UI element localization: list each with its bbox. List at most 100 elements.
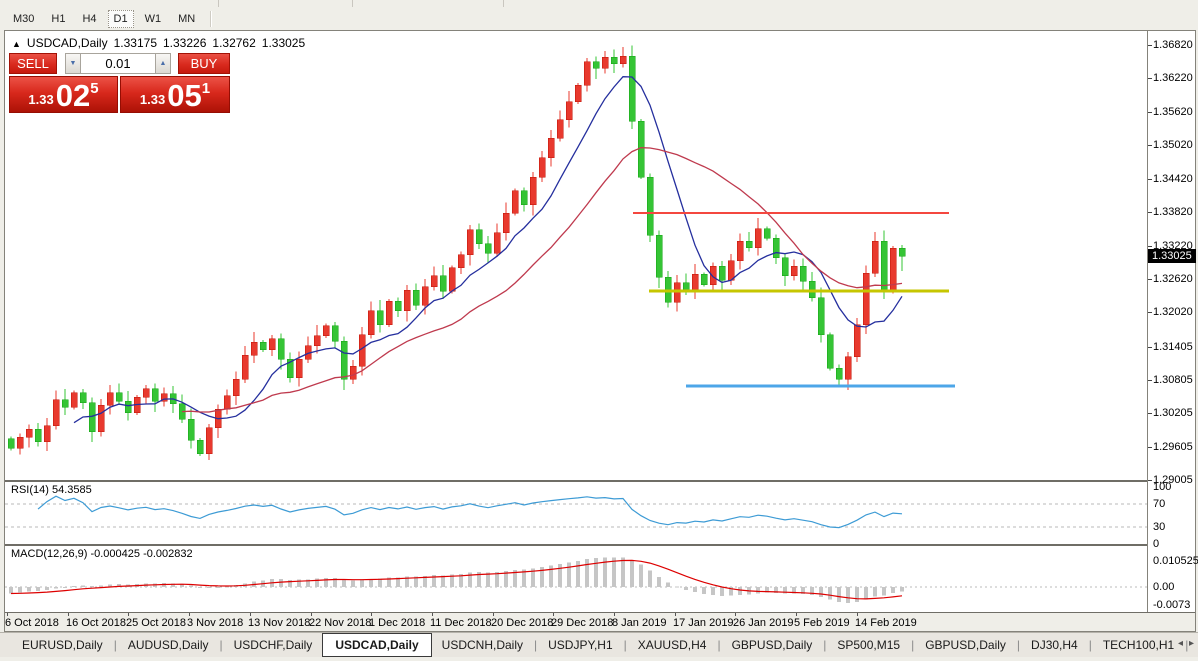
- macd-histogram-bar: [567, 562, 571, 587]
- price-axis-tick: [1148, 112, 1152, 113]
- sell-button[interactable]: SELL: [9, 53, 57, 74]
- tab-audusd-daily[interactable]: AUDUSD,Daily: [118, 633, 219, 657]
- volume-decrease-button[interactable]: ▼: [65, 53, 81, 74]
- tab-usdcad-daily[interactable]: USDCAD,Daily: [322, 633, 431, 657]
- date-axis-tick: [128, 613, 129, 616]
- macd-histogram-bar: [288, 580, 292, 587]
- timeframe-button-h4[interactable]: H4: [76, 10, 102, 28]
- candle: [242, 355, 248, 379]
- candle: [323, 326, 329, 336]
- tab-xauusd-h4[interactable]: XAUUSD,H4: [628, 633, 717, 657]
- macd-histogram-bar: [207, 587, 211, 588]
- macd-indicator-label: MACD(12,26,9) -0.000425 -0.002832: [11, 548, 193, 560]
- candle: [116, 393, 122, 402]
- sell-price-big: 02: [56, 81, 90, 110]
- tab-gbpusd-daily[interactable]: GBPUSD,Daily: [915, 633, 1016, 657]
- candle: [530, 177, 536, 205]
- candle: [476, 230, 482, 244]
- tab-usdcnh-daily[interactable]: USDCNH,Daily: [432, 633, 533, 657]
- tab-scroll-right-icon[interactable]: ▸: [1189, 638, 1194, 649]
- buy-button[interactable]: BUY: [178, 53, 230, 74]
- tab-usdjpy-h1[interactable]: USDJPY,H1: [538, 633, 622, 657]
- candle: [719, 266, 725, 280]
- macd-histogram-bar: [828, 587, 832, 600]
- candle: [296, 359, 302, 377]
- rsi-indicator-label: RSI(14) 54.3585: [11, 484, 92, 496]
- macd-histogram-bar: [864, 587, 868, 600]
- candle: [233, 379, 239, 396]
- date-axis-label: 11 Dec 2018: [430, 617, 492, 629]
- price-axis-label: 1.30205: [1153, 407, 1193, 419]
- candle: [332, 326, 338, 342]
- price-axis-tick: [1148, 45, 1152, 46]
- candle: [863, 273, 869, 324]
- toolbar-separator: [210, 11, 212, 27]
- candle: [836, 368, 842, 379]
- rsi-pane[interactable]: [5, 482, 1147, 544]
- candle: [467, 230, 473, 255]
- candle: [737, 241, 743, 260]
- macd-histogram-bar: [648, 571, 652, 587]
- tab-eurusd-daily[interactable]: EURUSD,Daily: [12, 633, 113, 657]
- candle: [548, 138, 554, 157]
- macd-axis-label: 0.010525: [1153, 555, 1198, 567]
- macd-histogram-bar: [72, 586, 76, 587]
- candle: [881, 241, 887, 291]
- timeframe-button-h1[interactable]: H1: [45, 10, 71, 28]
- candle: [368, 311, 374, 335]
- macd-histogram-bar: [99, 585, 103, 587]
- tab-scroll-left-icon[interactable]: ◂: [1178, 638, 1183, 649]
- collapse-triangle-icon[interactable]: ▲: [12, 39, 21, 49]
- candle: [602, 57, 608, 68]
- candle: [449, 268, 455, 291]
- rsi-axis-label: 100: [1153, 481, 1171, 493]
- price-axis-label: 1.32020: [1153, 306, 1193, 318]
- candle: [701, 274, 707, 284]
- buy-price-tile[interactable]: 1.33 05 1: [120, 76, 230, 113]
- tab-dj30-h4[interactable]: DJ30,H4: [1021, 633, 1088, 657]
- candle: [197, 440, 203, 453]
- tab-gbpusd-daily[interactable]: GBPUSD,Daily: [722, 633, 823, 657]
- price-axis-tick: [1148, 78, 1152, 79]
- macd-histogram-bar: [675, 587, 679, 588]
- candle: [8, 439, 14, 448]
- ohlc-high: 1.33226: [163, 36, 206, 50]
- timeframe-button-mn[interactable]: MN: [172, 10, 201, 28]
- candle: [854, 325, 860, 357]
- macd-histogram-bar: [351, 580, 355, 587]
- candle: [80, 393, 86, 403]
- tab-tech100-h1[interactable]: TECH100,H1: [1093, 633, 1184, 657]
- sell-price-pip: 5: [90, 80, 98, 97]
- timeframe-button-d1[interactable]: D1: [108, 10, 134, 28]
- candle: [827, 335, 833, 368]
- macd-histogram-bar: [900, 587, 904, 592]
- date-axis-label: 16 Oct 2018: [66, 617, 126, 629]
- price-axis-label: 1.30805: [1153, 374, 1193, 386]
- chart-tab-bar: EURUSD,Daily|AUDUSD,Daily|USDCHF,DailyUS…: [0, 632, 1198, 657]
- price-axis-label: 1.32620: [1153, 273, 1193, 285]
- sell-price-tile[interactable]: 1.33 02 5: [9, 76, 118, 113]
- macd-axis-label: 0.00: [1153, 581, 1174, 593]
- date-axis-tick: [432, 613, 433, 616]
- candle: [647, 177, 653, 235]
- date-axis-label: 26 Jan 2019: [733, 617, 794, 629]
- candle: [800, 266, 806, 281]
- macd-histogram-bar: [684, 587, 688, 590]
- price-axis: 1.368201.362201.356201.350201.344201.338…: [1147, 31, 1195, 612]
- volume-input[interactable]: [81, 53, 155, 74]
- macd-histogram-bar: [63, 587, 67, 588]
- mt4-window: M30 H1 H4 D1 W1MN RSI(14) 54.3585 MACD(12,26…: [0, 0, 1198, 661]
- candle: [692, 274, 698, 291]
- candle: [269, 339, 275, 350]
- chevron-down-icon: ▼: [70, 60, 77, 67]
- timeframe-button-m30[interactable]: M30: [7, 10, 40, 28]
- price-axis-label: 1.35620: [1153, 106, 1193, 118]
- timeframe-button-w1[interactable]: W1: [139, 10, 168, 28]
- candle: [251, 342, 257, 355]
- candle: [566, 102, 572, 120]
- tab-usdchf-daily[interactable]: USDCHF,Daily: [224, 633, 323, 657]
- tab-sp500-m15[interactable]: SP500,M15: [827, 633, 910, 657]
- candle: [755, 229, 761, 248]
- volume-increase-button[interactable]: ▲: [155, 53, 171, 74]
- macd-histogram-bar: [873, 587, 877, 596]
